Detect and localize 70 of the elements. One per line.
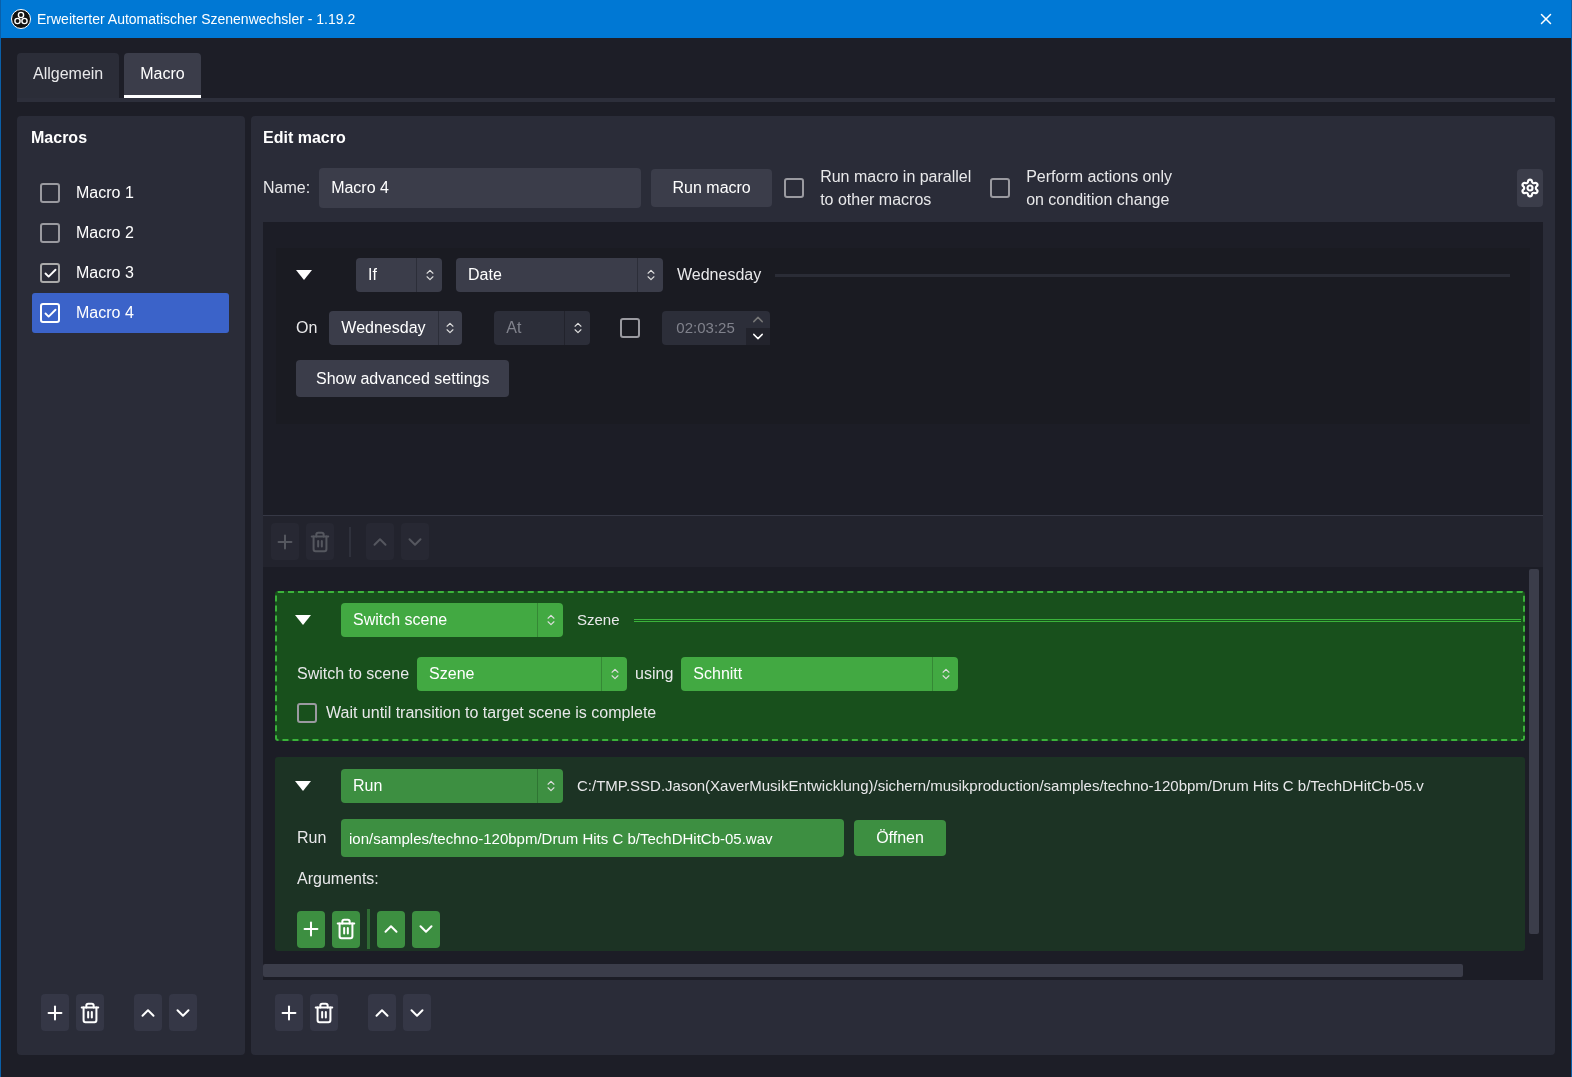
add-button[interactable] xyxy=(41,994,69,1031)
macro-name: Macro 3 xyxy=(76,263,134,283)
settings-icon xyxy=(1520,178,1540,198)
checkbox[interactable] xyxy=(40,263,60,283)
collapse-caret-icon[interactable] xyxy=(295,615,311,625)
name-field[interactable]: Macro 4 xyxy=(319,168,642,208)
move-up-button[interactable] xyxy=(377,910,405,948)
trash-icon xyxy=(79,1001,101,1024)
checkbox[interactable] xyxy=(990,178,1011,198)
dropdown[interactable]: Run xyxy=(341,769,563,803)
macro-list-item[interactable]: Macro 2 xyxy=(32,213,229,253)
panel-title: Macros xyxy=(31,128,89,148)
delete-button[interactable] xyxy=(310,994,338,1031)
checkbox-label: Run macro in parallel to other macros xyxy=(820,167,973,210)
dropdown[interactable]: At xyxy=(494,311,591,345)
collapse-caret-icon[interactable] xyxy=(296,270,312,280)
trash-icon xyxy=(309,530,331,553)
time-field: 02:03:25 xyxy=(662,311,771,345)
move-down-button[interactable] xyxy=(169,994,197,1031)
advanced-settings-button[interactable]: Show advanced settings xyxy=(296,360,510,397)
macro-name: Macro 2 xyxy=(76,223,134,243)
tab[interactable]: Macro xyxy=(124,53,201,98)
checkbox-label: Wait until transition to target scene is complete xyxy=(326,703,657,723)
add-button[interactable] xyxy=(275,994,303,1031)
horizontal-scrollbar[interactable] xyxy=(263,964,1463,977)
field-label: using xyxy=(635,664,674,684)
field-label: Switch to scene xyxy=(297,664,410,684)
macro-list-item[interactable]: Macro 4 xyxy=(32,293,229,333)
open-button[interactable]: Öffnen xyxy=(854,820,946,856)
move-down-button[interactable] xyxy=(403,994,431,1031)
field-label: Arguments: xyxy=(297,869,380,889)
checkbox[interactable] xyxy=(40,223,60,243)
action-panel[interactable]: Switch scene Szene Switch to scene Szene using Schnitt Wait until transition to target scene is complete xyxy=(275,591,1525,741)
field-label: On xyxy=(296,318,318,338)
dropdown[interactable]: Date xyxy=(456,258,663,292)
trash-icon xyxy=(313,1001,335,1024)
action-summary: C:/TMP.SSD.Jason(XaverMusikEntwicklung)/sichern/musikproduction/samples/techno-120bpm/Drum Hits C b/TechDHitCb-05.v xyxy=(577,775,1424,796)
panel-title: Edit macro xyxy=(263,128,347,148)
macro-list-item[interactable]: Macro 1 xyxy=(32,173,229,213)
action-panel[interactable]: Run C:/TMP.SSD.Jason(XaverMusikEntwicklung)/sichern/musikproduction/samples/techno-120bpm/Drum Hits C b/TechDHitCb-05.v Run ion/samples/techno-120bpm/Drum Hits C b/TechDHitCb-05.wav Öffnen Arguments: xyxy=(275,757,1525,951)
field-label: Name: xyxy=(263,178,311,198)
checkbox[interactable] xyxy=(40,183,60,203)
collapse-caret-icon[interactable] xyxy=(295,781,311,791)
field-label: Run xyxy=(297,828,328,848)
checkbox-label: Perform actions only on condition change xyxy=(1026,167,1173,210)
spin-down-icon[interactable] xyxy=(746,328,771,345)
add-button[interactable] xyxy=(297,910,325,948)
action-summary: Szene xyxy=(577,609,620,630)
macro-name: Macro 4 xyxy=(76,303,134,323)
tab[interactable]: Allgemein xyxy=(17,53,120,98)
trash-icon xyxy=(335,918,357,940)
dropdown[interactable]: Wednesday xyxy=(329,311,463,345)
macro-name: Macro 1 xyxy=(76,183,134,203)
delete-button[interactable] xyxy=(76,994,104,1031)
move-up-button[interactable] xyxy=(368,994,396,1031)
move-up-button[interactable] xyxy=(134,994,162,1031)
run-macro-button[interactable]: Run macro xyxy=(651,169,773,207)
condition-summary: Wednesday xyxy=(677,265,762,285)
delete-button[interactable] xyxy=(332,910,360,948)
dropdown[interactable]: If xyxy=(356,258,442,292)
path-field[interactable]: ion/samples/techno-120bpm/Drum Hits C b/TechDHitCb-05.wav xyxy=(341,819,844,857)
checkbox[interactable] xyxy=(620,318,641,338)
vertical-scrollbar[interactable] xyxy=(1529,569,1539,934)
settings-button[interactable] xyxy=(1517,169,1543,207)
macro-list-item[interactable]: Macro 3 xyxy=(32,253,229,293)
window-title: Erweiterter Automatischer Szenenwechsler - 1.19.2 xyxy=(37,9,357,29)
checkbox[interactable] xyxy=(297,703,317,723)
move-down-button[interactable] xyxy=(412,910,440,948)
app-logo-icon xyxy=(11,9,31,29)
checkbox[interactable] xyxy=(784,178,805,198)
